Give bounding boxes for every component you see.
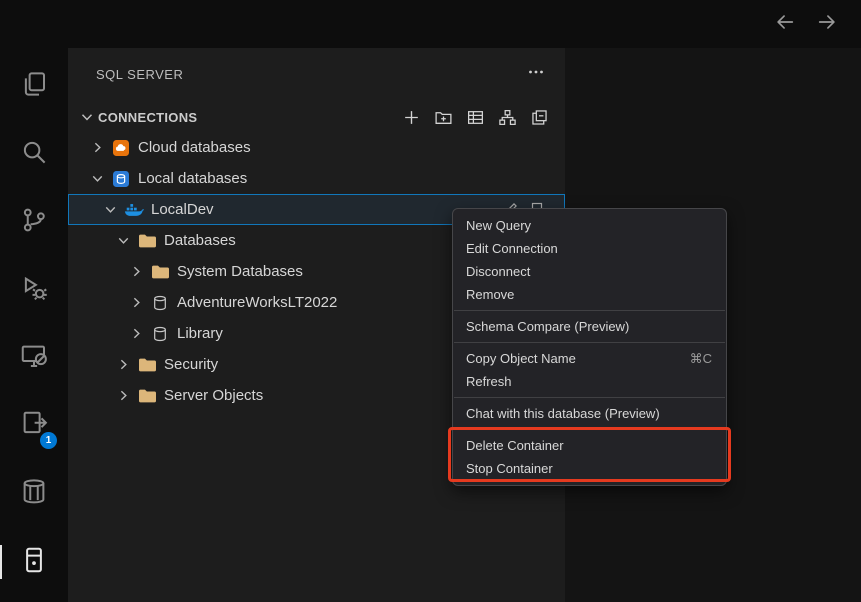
tree-item-label: AdventureWorksLT2022 [177,294,337,311]
menu-item-label: Delete Container [466,438,564,453]
tree-item-label: System Databases [177,263,303,280]
files-icon [19,69,49,104]
folder-icon [137,356,157,374]
menu-item-chat-with-database[interactable]: Chat with this database (Preview) [453,402,726,425]
menu-separator [454,429,725,430]
navigate-forward-button[interactable] [815,12,839,36]
menu-item-refresh[interactable]: Refresh [453,370,726,393]
folder-icon [150,263,170,281]
chevron-down-icon[interactable] [102,201,119,218]
menu-separator [454,310,725,311]
tree-item-cloud-databases[interactable]: Cloud databases [68,132,565,163]
search-icon [19,137,49,172]
sidebar-item-remote-preview[interactable] [0,332,68,384]
arrow-right-icon [816,11,838,38]
new-connection-group-button[interactable] [434,108,453,127]
chevron-right-icon[interactable] [128,294,145,311]
context-menu: New Query Edit Connection Disconnect Rem… [452,208,727,486]
menu-item-copy-object-name[interactable]: Copy Object Name ⌘C [453,347,726,370]
tree-item-label: Databases [164,232,236,249]
tree-item-label: LocalDev [151,201,214,218]
sidebar-item-run-debug[interactable] [0,264,68,316]
chevron-down-icon[interactable] [115,232,132,249]
menu-item-label: New Query [466,218,531,233]
chevron-right-icon[interactable] [128,325,145,342]
menu-separator [454,342,725,343]
menu-separator [454,397,725,398]
run-debug-icon [19,273,49,308]
chevron-right-icon[interactable] [89,139,106,156]
chevron-right-icon[interactable] [115,356,132,373]
tree-item-label: Local databases [138,170,247,187]
badge-count: 1 [40,432,57,449]
menu-item-label: Refresh [466,374,512,389]
tree-item-label: Library [177,325,223,342]
collapse-all-button[interactable] [530,108,549,127]
menu-item-remove[interactable]: Remove [453,283,726,306]
tree-item-label: Security [164,356,218,373]
menu-item-label: Edit Connection [466,241,558,256]
menu-item-new-query[interactable]: New Query [453,214,726,237]
import-connections-button[interactable] [466,108,485,127]
tree-item-local-databases[interactable]: Local databases [68,163,565,194]
panel-header: SQL SERVER [96,62,545,86]
ellipsis-icon [527,63,545,86]
menu-item-label: Chat with this database (Preview) [466,406,660,421]
keyboard-shortcut: ⌘C [690,351,712,367]
chevron-down-icon[interactable] [89,170,106,187]
section-label: CONNECTIONS [98,110,402,125]
activity-bar: 1 [0,48,68,602]
tree-item-label: Cloud databases [138,139,251,156]
barrel-icon [19,477,49,512]
menu-item-edit-connection[interactable]: Edit Connection [453,237,726,260]
database-icon [150,325,170,343]
sidebar-item-search[interactable] [0,128,68,180]
cloud-database-orange-icon [111,139,131,157]
sidebar-item-database-projects[interactable]: 1 [0,400,68,452]
more-actions-button[interactable] [527,63,545,86]
menu-item-stop-container[interactable]: Stop Container [453,457,726,480]
menu-item-schema-compare[interactable]: Schema Compare (Preview) [453,315,726,338]
sidebar-item-explorer[interactable] [0,60,68,112]
menu-item-label: Schema Compare (Preview) [466,319,629,334]
chevron-right-icon[interactable] [128,263,145,280]
menu-item-label: Stop Container [466,461,553,476]
title-bar [0,0,861,48]
connections-section-header[interactable]: CONNECTIONS [78,104,549,130]
chevron-right-icon[interactable] [115,387,132,404]
sidebar-item-containers[interactable] [0,468,68,520]
git-branch-icon [19,205,49,240]
server-icon [19,545,49,580]
sidebar-item-sql-server[interactable] [0,536,68,588]
arrow-left-icon [774,11,796,38]
sidebar-item-source-control[interactable] [0,196,68,248]
menu-item-delete-container[interactable]: Delete Container [453,434,726,457]
vscode-window: 1 SQL SERVER CONNECTIONS [0,0,861,602]
menu-item-label: Remove [466,287,514,302]
folder-icon [137,387,157,405]
menu-item-label: Disconnect [466,264,530,279]
server-groups-button[interactable] [498,108,517,127]
menu-item-label: Copy Object Name [466,351,576,366]
new-connection-button[interactable] [402,108,421,127]
docker-whale-icon [124,201,144,219]
navigate-back-button[interactable] [773,12,797,36]
database-icon [150,294,170,312]
chevron-down-icon[interactable] [78,108,96,126]
section-toolbar [402,108,549,127]
monitor-slash-icon [19,341,49,376]
tree-item-label: Server Objects [164,387,263,404]
folder-icon [137,232,157,250]
database-blue-icon [111,170,131,188]
menu-item-disconnect[interactable]: Disconnect [453,260,726,283]
panel-title: SQL SERVER [96,67,527,82]
